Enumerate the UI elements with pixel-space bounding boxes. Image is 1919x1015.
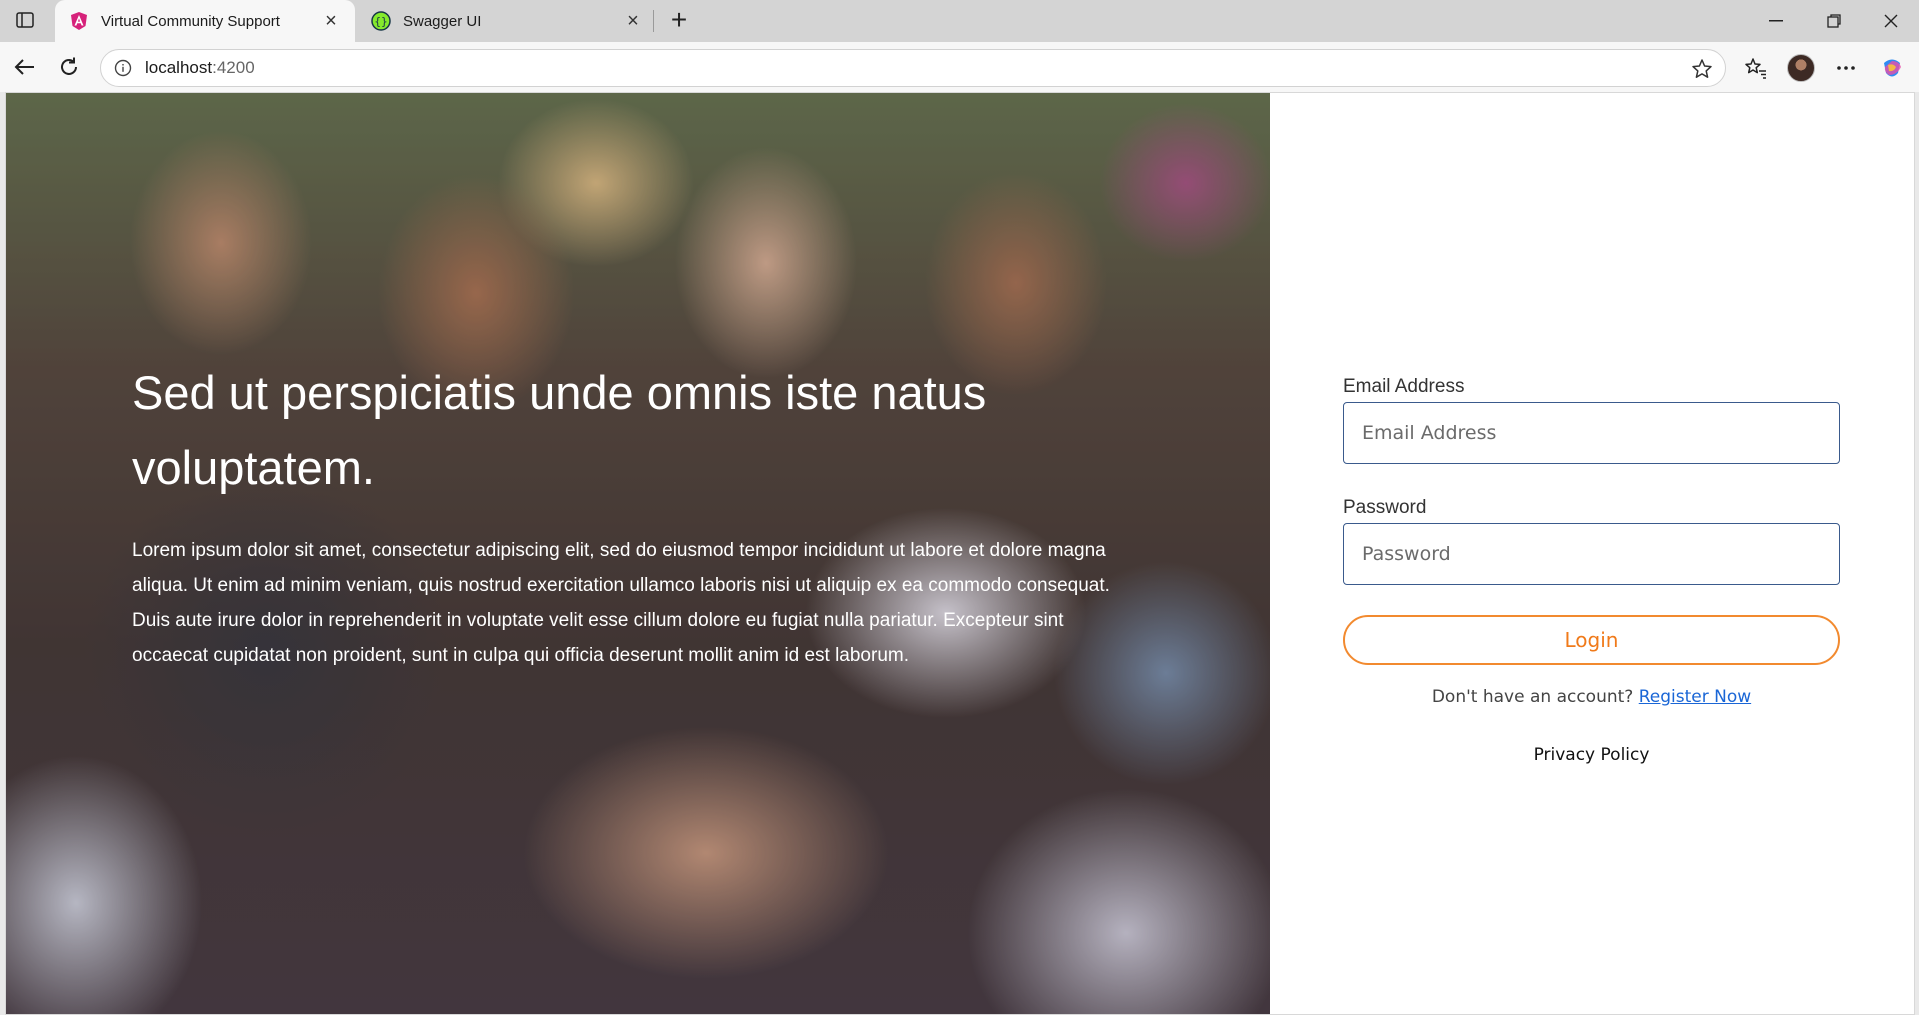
favorite-star-icon[interactable] [1691, 58, 1713, 80]
login-panel: Email Address Password Login Don't have … [1270, 93, 1914, 1014]
toolbar: localhost:4200 [0, 42, 1919, 92]
close-tab-icon[interactable]: × [623, 11, 643, 31]
register-prompt: Don't have an account? Register Now [1343, 687, 1840, 707]
restore-icon[interactable] [1820, 8, 1848, 34]
register-prompt-text: Don't have an account? [1431, 687, 1634, 707]
sidebar-toggle-icon[interactable] [14, 10, 36, 30]
close-window-icon[interactable] [1877, 8, 1905, 34]
url-port: :4200 [212, 58, 255, 77]
register-now-link[interactable]: Register Now [1639, 687, 1751, 707]
reload-icon[interactable] [54, 52, 84, 82]
profile-avatar [1787, 54, 1815, 82]
email-label: Email Address [1343, 376, 1465, 397]
tab-swagger-ui[interactable]: {} Swagger UI × [357, 0, 657, 42]
hero-image: Sed ut perspiciatis unde omnis iste natu… [6, 93, 1270, 1014]
tab-strip: Virtual Community Support × {} Swagger U… [0, 0, 1919, 42]
web-page: Sed ut perspiciatis unde omnis iste natu… [5, 92, 1915, 1015]
tab-title: Swagger UI [403, 12, 482, 30]
avatar[interactable] [1785, 52, 1817, 84]
url-host: localhost [145, 58, 213, 77]
back-arrow-icon[interactable] [10, 52, 40, 82]
login-button[interactable]: Login [1343, 615, 1840, 665]
password-label: Password [1343, 497, 1427, 518]
favorites-icon[interactable] [1740, 52, 1772, 84]
tab-title: Virtual Community Support [101, 12, 280, 30]
more-options-icon[interactable] [1830, 52, 1862, 84]
email-field[interactable] [1343, 402, 1840, 464]
tab-virtual-community-support[interactable]: Virtual Community Support × [55, 0, 355, 42]
new-tab-button[interactable]: + [664, 6, 694, 36]
tab-divider [653, 10, 654, 32]
password-field[interactable] [1343, 523, 1840, 585]
site-info-icon[interactable] [113, 58, 133, 78]
swagger-icon: {} [371, 11, 391, 31]
svg-text:{}: {} [374, 15, 387, 28]
address-bar[interactable]: localhost:4200 [100, 49, 1726, 87]
minimize-icon[interactable] [1762, 8, 1790, 34]
privacy-policy-link[interactable]: Privacy Policy [1343, 745, 1840, 765]
close-tab-icon[interactable]: × [321, 11, 341, 31]
hero-description: Lorem ipsum dolor sit amet, consectetur … [132, 540, 1110, 666]
copilot-icon[interactable] [1876, 52, 1908, 84]
url-text: localhost:4200 [145, 58, 255, 78]
hero-title: Sed ut perspiciatis unde omnis iste natu… [132, 366, 987, 494]
angular-icon [69, 11, 89, 31]
